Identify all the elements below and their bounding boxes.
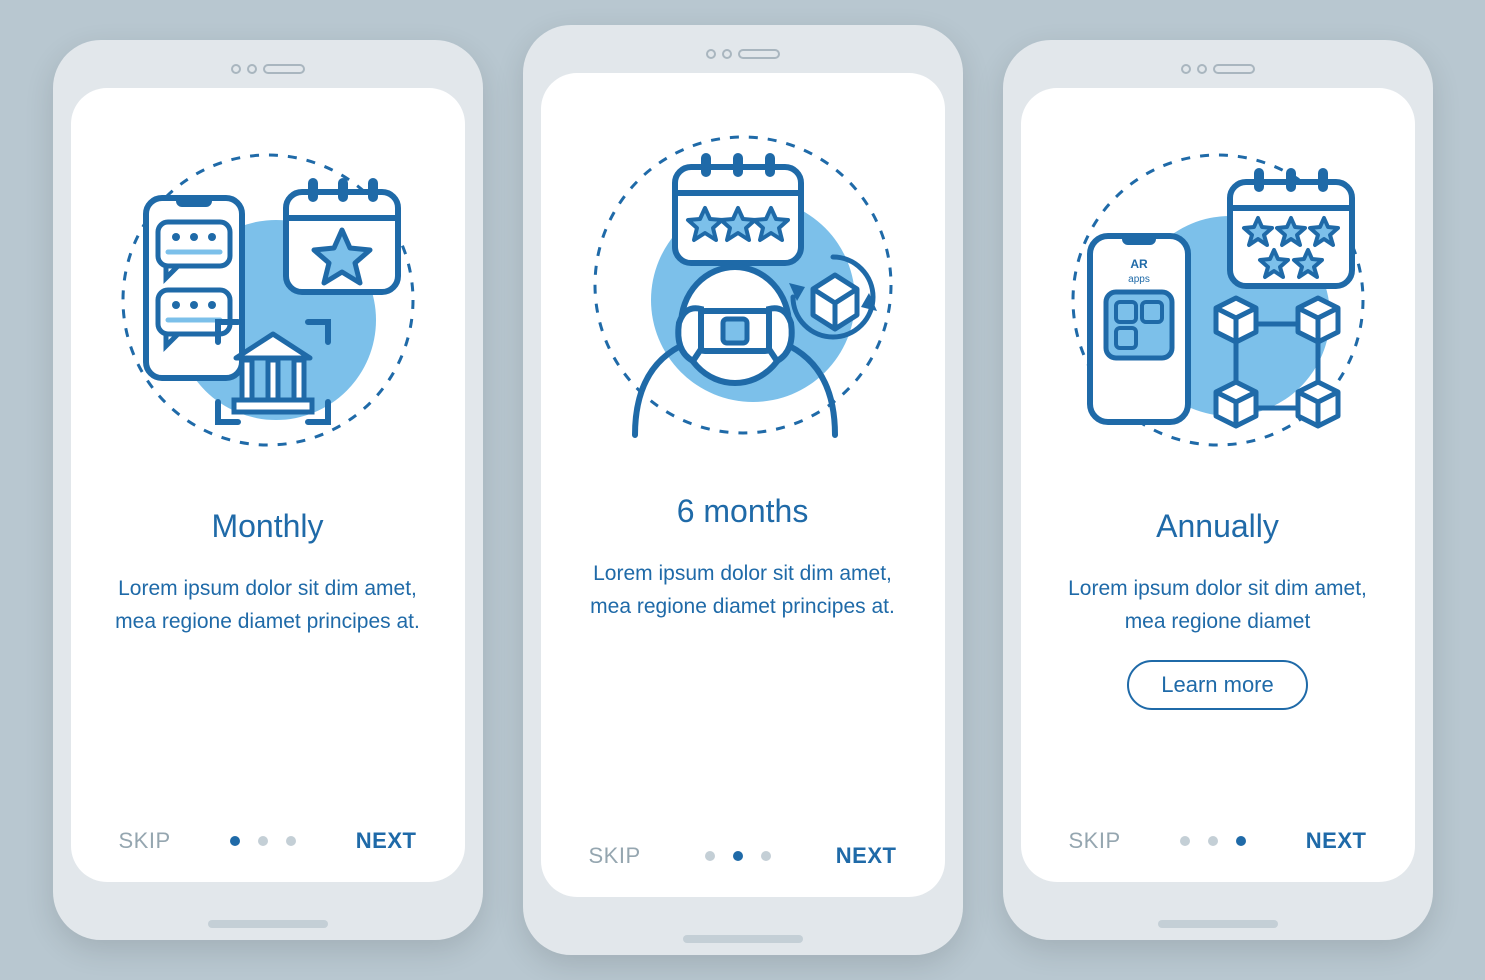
ar-label: AR xyxy=(1130,257,1148,271)
screen-body: Lorem ipsum dolor sit dim amet, mea regi… xyxy=(583,558,903,623)
next-button[interactable]: NEXT xyxy=(1306,828,1367,854)
page-dots xyxy=(705,851,771,861)
next-button[interactable]: NEXT xyxy=(356,828,417,854)
screen-title: Annually xyxy=(1156,508,1279,545)
phone-sensors xyxy=(71,58,465,80)
screen-title: Monthly xyxy=(211,508,323,545)
page-dot-1[interactable] xyxy=(230,836,240,846)
page-dot-2[interactable] xyxy=(1208,836,1218,846)
screen-body: Lorem ipsum dolor sit dim amet, mea regi… xyxy=(1061,573,1375,638)
phone-mockup-1: Monthly Lorem ipsum dolor sit dim amet, … xyxy=(53,40,483,940)
page-dot-1[interactable] xyxy=(1180,836,1190,846)
onboarding-screen-3: AR apps xyxy=(1021,88,1415,882)
reviews-bank-calendar-icon xyxy=(108,140,428,460)
vr-headset-cube-icon xyxy=(583,125,903,445)
onboarding-nav: SKIP NEXT xyxy=(71,828,465,854)
page-dot-3[interactable] xyxy=(1236,836,1246,846)
screen-body: Lorem ipsum dolor sit dim amet, mea regi… xyxy=(111,573,425,638)
onboarding-nav: SKIP NEXT xyxy=(541,843,945,869)
home-indicator xyxy=(208,920,328,928)
learn-more-button[interactable]: Learn more xyxy=(1127,660,1308,710)
page-dot-3[interactable] xyxy=(286,836,296,846)
page-dot-3[interactable] xyxy=(761,851,771,861)
skip-button[interactable]: SKIP xyxy=(589,843,641,869)
home-indicator xyxy=(1158,920,1278,928)
page-dots xyxy=(230,836,296,846)
ar-sublabel: apps xyxy=(1128,274,1150,285)
phone-sensors xyxy=(541,43,945,65)
home-indicator xyxy=(683,935,803,943)
onboarding-nav: SKIP NEXT xyxy=(1021,828,1415,854)
onboarding-screen-2: 6 months Lorem ipsum dolor sit dim amet,… xyxy=(541,73,945,897)
onboarding-screen-1: Monthly Lorem ipsum dolor sit dim amet, … xyxy=(71,88,465,882)
skip-button[interactable]: SKIP xyxy=(119,828,171,854)
phone-mockup-2: 6 months Lorem ipsum dolor sit dim amet,… xyxy=(523,25,963,955)
page-dot-1[interactable] xyxy=(705,851,715,861)
phone-mockup-3: AR apps xyxy=(1003,40,1433,940)
page-dot-2[interactable] xyxy=(258,836,268,846)
screen-title: 6 months xyxy=(677,493,809,530)
phone-sensors xyxy=(1021,58,1415,80)
page-dot-2[interactable] xyxy=(733,851,743,861)
next-button[interactable]: NEXT xyxy=(836,843,897,869)
page-dots xyxy=(1180,836,1246,846)
skip-button[interactable]: SKIP xyxy=(1069,828,1121,854)
ar-apps-blockchain-icon: AR apps xyxy=(1058,140,1378,460)
